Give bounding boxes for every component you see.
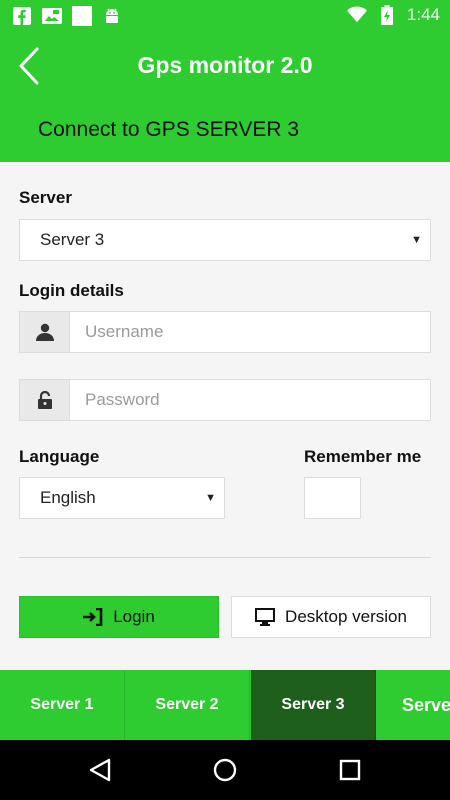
nav-recents-button[interactable] (336, 756, 364, 784)
language-select[interactable]: English ▼ (19, 477, 225, 519)
nav-home-button[interactable] (211, 756, 239, 784)
sign-in-icon (83, 608, 103, 626)
status-time: 1:44 (406, 5, 440, 24)
system-icons: 1:44 (346, 5, 440, 25)
battery-charging-icon (377, 5, 397, 25)
tab-server-4[interactable]: Serve (376, 670, 450, 740)
nav-back-button[interactable] (86, 756, 114, 784)
image-icon (42, 6, 62, 26)
server-select[interactable]: Server 3 ▼ (19, 219, 431, 261)
triangle-back-icon (89, 758, 111, 782)
login-form: Server Server 3 ▼ Login details Language… (0, 162, 450, 670)
notification-icons (12, 6, 122, 26)
caret-down-icon: ▼ (205, 492, 216, 504)
server-select-value: Server 3 (40, 230, 105, 249)
wifi-icon (346, 5, 367, 25)
remember-me-label: Remember me (304, 447, 422, 466)
divider (19, 557, 431, 558)
caret-down-icon: ▼ (411, 234, 422, 246)
password-input[interactable] (69, 379, 431, 421)
status-bar: 1:44 (0, 0, 450, 32)
circle-home-icon (213, 758, 237, 782)
remember-me-checkbox[interactable] (304, 477, 361, 519)
tab-server-1[interactable]: Server 1 (0, 670, 125, 740)
password-group (19, 379, 431, 421)
blank-notification-icon (72, 6, 92, 26)
desktop-version-button[interactable]: Desktop version (231, 596, 431, 638)
tab-server-3[interactable]: Server 3 (251, 670, 376, 740)
app-title: Gps monitor 2.0 (137, 52, 313, 78)
language-select-value: English (40, 488, 96, 507)
username-input[interactable] (69, 311, 431, 353)
square-recents-icon (339, 759, 361, 781)
login-button[interactable]: Login (19, 596, 219, 638)
login-details-label: Login details (19, 281, 124, 300)
page-subtitle: Connect to GPS SERVER 3 (38, 118, 300, 141)
tab-server-2[interactable]: Server 2 (125, 670, 250, 740)
server-tabs: Server 1 Server 2 Server 3 Serve (0, 670, 450, 740)
android-icon (102, 6, 122, 26)
app-bar: Gps monitor 2.0 Connect to GPS SERVER 3 (0, 32, 450, 162)
username-group (19, 311, 431, 353)
language-label: Language (19, 447, 100, 466)
system-nav-bar (0, 740, 450, 800)
facebook-icon (12, 6, 32, 26)
desktop-icon (255, 608, 276, 626)
lock-icon (19, 379, 69, 421)
login-button-label: Login (113, 607, 155, 626)
desktop-version-label: Desktop version (285, 607, 407, 626)
server-label: Server (19, 188, 72, 207)
user-icon (19, 311, 69, 353)
